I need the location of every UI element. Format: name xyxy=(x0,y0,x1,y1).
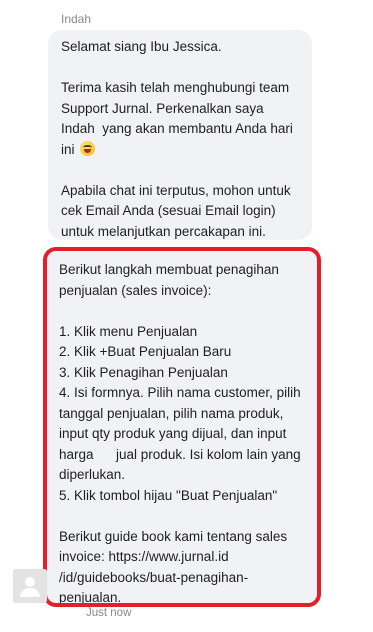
message-steps-lead: Berikut langkah membuat penagihan penjua… xyxy=(59,262,283,298)
step-item: 1. Klik menu Penjualan xyxy=(59,323,198,339)
grinning-face-icon xyxy=(80,140,96,156)
step-item: 4. Isi formnya. Pilih nama customer, pil… xyxy=(59,385,305,482)
message-bubble-highlighted: Berikut langkah membuat penagihan penjua… xyxy=(43,247,321,607)
message-reconnect-note: Apabila chat ini terputus, mohon untuk c… xyxy=(61,182,295,239)
avatar xyxy=(13,569,47,603)
step-item: 2. Klik +Buat Penjualan Baru xyxy=(59,344,232,359)
message-bubble-greeting: Selamat siang Ibu Jessica. Terima kasih … xyxy=(48,30,312,240)
message-timestamp: Just now xyxy=(86,607,132,619)
sender-name: Indah xyxy=(61,12,92,26)
user-placeholder-icon xyxy=(13,569,47,603)
step-item: 5. Klik tombol hijau "Buat Penjualan" xyxy=(59,487,278,503)
chat-conversation: Indah Selamat siang Ibu Jessica. Terima … xyxy=(0,0,373,632)
message-greeting: Selamat siang Ibu Jessica. xyxy=(61,39,222,54)
message-guide-link[interactable]: Berikut guide book kami tentang sales in… xyxy=(59,527,308,609)
step-item: 3. Klik Penagihan Penjualan xyxy=(59,364,228,380)
message-intro: Terima kasih telah menghubungi team Supp… xyxy=(61,80,297,157)
